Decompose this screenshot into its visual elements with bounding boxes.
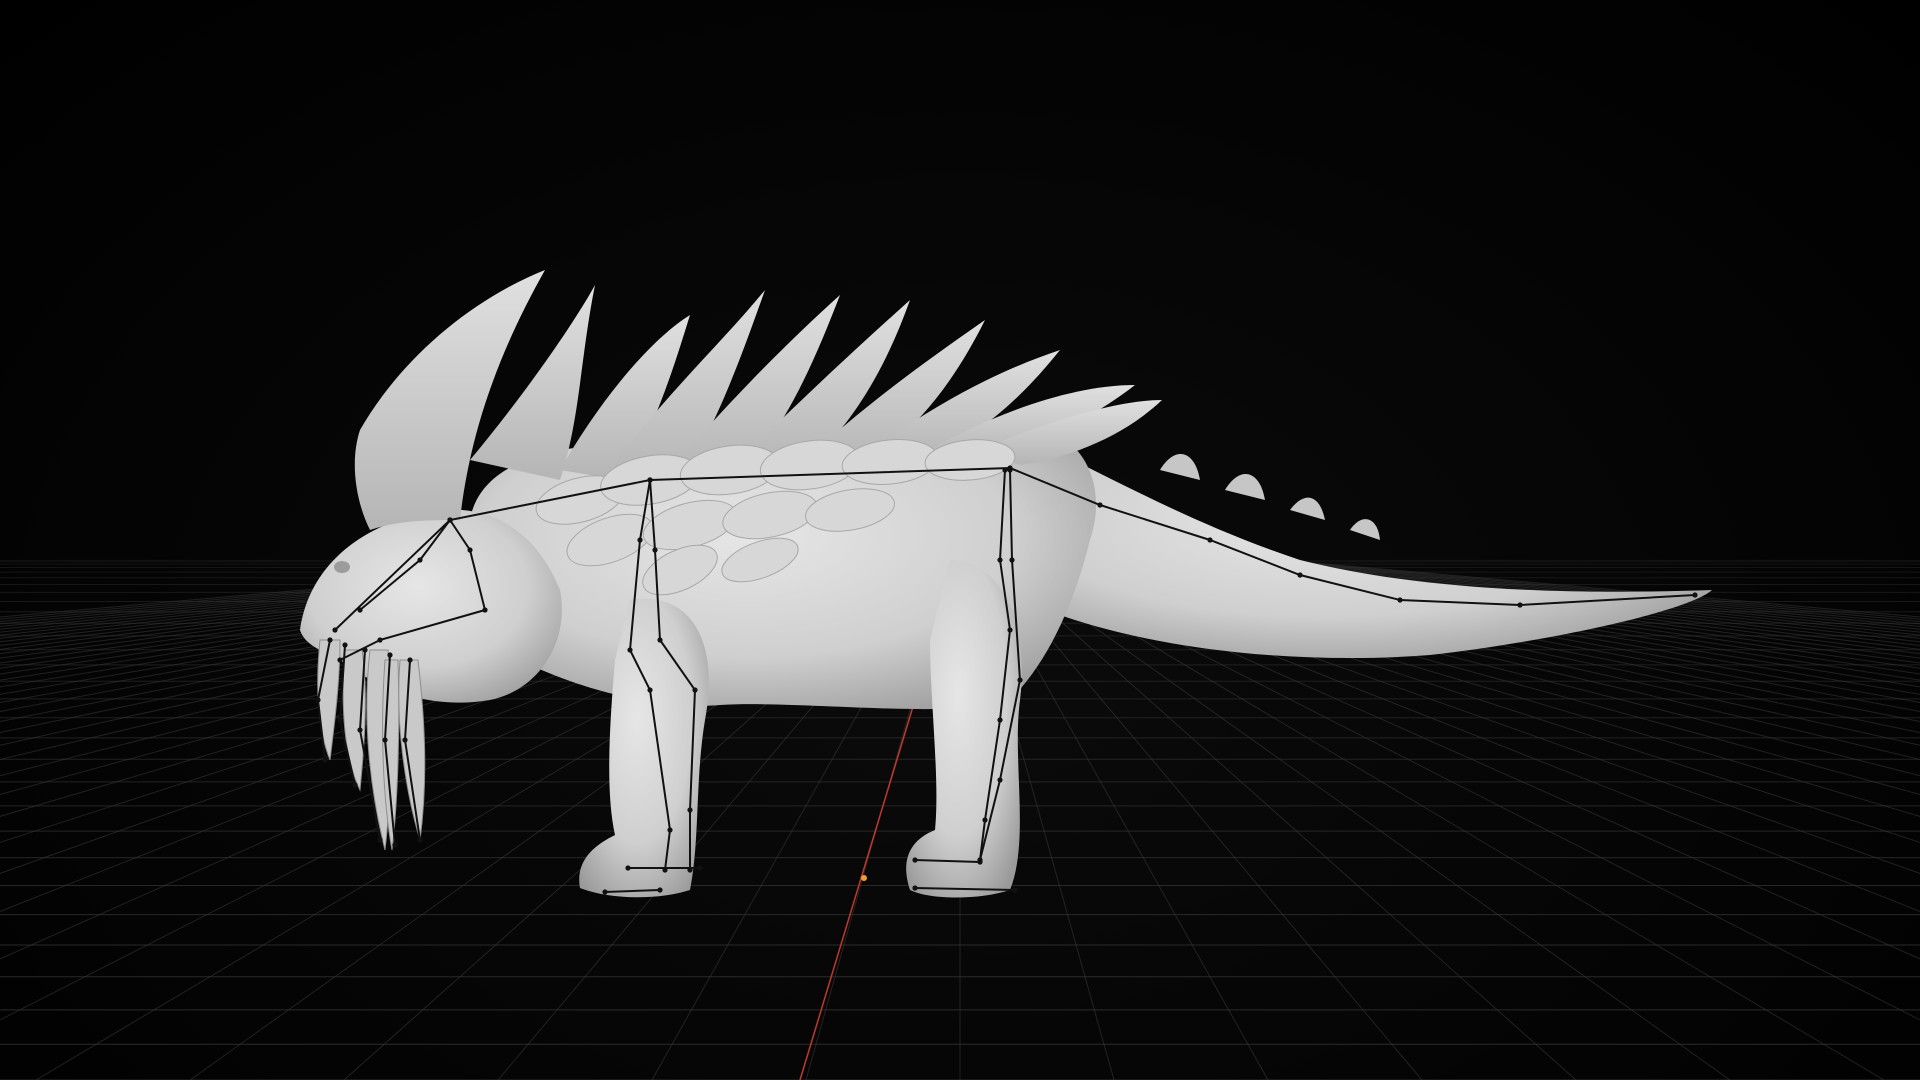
bone-joint[interactable] [392, 842, 398, 848]
bone-joint[interactable] [912, 885, 918, 891]
bone-joint[interactable] [692, 687, 698, 693]
bone-joint[interactable] [377, 637, 383, 643]
bone-joint[interactable] [697, 865, 703, 871]
bone-joint[interactable] [627, 647, 633, 653]
bone-joint[interactable] [1007, 627, 1013, 633]
bone-joint[interactable] [982, 817, 988, 823]
bone-joint[interactable] [1692, 592, 1698, 598]
bone-joint[interactable] [997, 557, 1003, 563]
bone-joint[interactable] [407, 657, 413, 663]
bone-joint[interactable] [687, 807, 693, 813]
bone-joint[interactable] [417, 557, 423, 563]
3d-viewport[interactable] [0, 0, 1920, 1080]
bone-joint[interactable] [667, 827, 673, 833]
bone-joint[interactable] [1097, 502, 1103, 508]
bone-joint[interactable] [657, 637, 663, 643]
bone-joint[interactable] [337, 717, 343, 723]
bone-joint[interactable] [637, 537, 643, 543]
bone-joint[interactable] [997, 777, 1003, 783]
bone-joint[interactable] [1009, 557, 1015, 563]
bone-joint[interactable] [997, 717, 1003, 723]
bone-joint[interactable] [1517, 602, 1523, 608]
bone-joint[interactable] [1007, 467, 1013, 473]
bone-joint[interactable] [647, 477, 653, 483]
bone-joint[interactable] [382, 737, 388, 743]
bone-joint[interactable] [912, 857, 918, 863]
bone-joint[interactable] [402, 737, 408, 743]
bone-joint[interactable] [482, 607, 488, 613]
scene-origin-point[interactable] [861, 875, 867, 881]
bone-joint[interactable] [1012, 887, 1018, 893]
bone-joint[interactable] [417, 837, 423, 843]
bone-joint[interactable] [327, 637, 333, 643]
bone-joint[interactable] [1297, 572, 1303, 578]
bone-joint[interactable] [1207, 537, 1213, 543]
bone-joint[interactable] [377, 837, 383, 843]
bone-joint[interactable] [602, 889, 608, 895]
bone-joint[interactable] [657, 887, 663, 893]
bone-joint[interactable] [652, 547, 658, 553]
bone-joint[interactable] [362, 647, 368, 653]
bone-joint[interactable] [1017, 677, 1023, 683]
bone-joint[interactable] [662, 867, 668, 873]
bone-joint[interactable] [357, 607, 363, 613]
bone-joint[interactable] [625, 865, 631, 871]
bone-joint[interactable] [687, 867, 693, 873]
bone-joint[interactable] [467, 547, 473, 553]
creature-eye [334, 561, 350, 573]
bone-joint[interactable] [447, 517, 453, 523]
bone-joint[interactable] [1002, 467, 1008, 473]
bone-joint[interactable] [977, 859, 983, 865]
bone-joint[interactable] [387, 652, 393, 658]
bone-joint[interactable] [352, 782, 358, 788]
viewport-canvas[interactable] [0, 0, 1920, 1080]
tail [1010, 430, 1712, 659]
bone-joint[interactable] [342, 642, 348, 648]
bone-joint[interactable] [332, 627, 338, 633]
bone-joint[interactable] [1397, 597, 1403, 603]
bone-joint[interactable] [357, 727, 363, 733]
bone-joint[interactable] [647, 687, 653, 693]
bone-joint[interactable] [315, 697, 321, 703]
bone-joint[interactable] [322, 757, 328, 763]
bone-joint[interactable] [337, 657, 343, 663]
